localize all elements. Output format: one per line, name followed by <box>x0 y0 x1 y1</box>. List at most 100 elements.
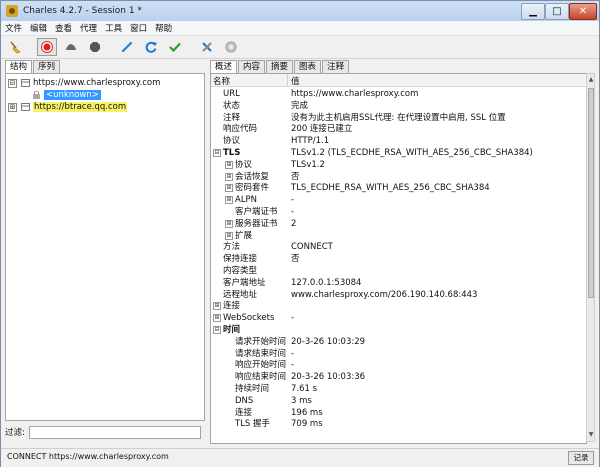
row-value: HTTP/1.1 <box>291 136 330 147</box>
overview-row[interactable]: ⊞ WebSockets - <box>211 312 586 324</box>
expand-icon[interactable]: ⊞ <box>225 184 233 193</box>
expand-icon[interactable]: ⊞ <box>213 302 221 311</box>
minimize-button[interactable]: ▁ <box>521 3 545 20</box>
row-name: 密码套件 <box>235 183 270 194</box>
row-value: 2 <box>291 218 297 229</box>
compose-button[interactable] <box>117 38 137 56</box>
menu-window[interactable]: 窗口 <box>126 22 151 34</box>
overview-row[interactable]: ⊞ 会话恢复 否 <box>211 171 586 183</box>
collapse-icon[interactable]: ⊟ <box>213 149 221 157</box>
lock-icon <box>33 91 40 99</box>
left-tabs: 结构 序列 <box>5 60 205 73</box>
row-value: https://www.charlesproxy.com <box>291 89 419 99</box>
expand-icon[interactable]: ⊞ <box>8 102 17 112</box>
overview-row[interactable]: 响应结束时间 20-3-26 10:03:36 <box>211 371 586 383</box>
menu-view[interactable]: 查看 <box>51 22 76 34</box>
overview-row[interactable]: 客户端证书 - <box>211 206 586 218</box>
overview-row[interactable]: 内容类型 <box>211 265 586 277</box>
menu-tools[interactable]: 工具 <box>101 22 126 34</box>
overview-row[interactable]: DNS 3 ms <box>211 395 586 407</box>
row-name: 客户端地址 <box>223 277 266 288</box>
expand-icon[interactable]: ⊞ <box>225 219 233 228</box>
charles-app-icon <box>6 5 18 17</box>
overview-row[interactable]: 远程地址 www.charlesproxy.com/206.190.140.68:… <box>211 289 586 301</box>
repeat-button[interactable] <box>141 38 161 56</box>
globe-icon <box>21 79 30 87</box>
row-name: ALPN <box>235 195 258 206</box>
tab-contents[interactable]: 内容 <box>238 60 266 73</box>
scroll-down-icon[interactable]: ▼ <box>588 430 594 440</box>
overview-row[interactable]: 请求开始时间 20-3-26 10:03:29 <box>211 336 586 348</box>
overview-row[interactable]: ⊞ ALPN - <box>211 194 586 206</box>
overview-row[interactable]: 状态 完成 <box>211 100 586 112</box>
throttle-icon <box>66 44 76 50</box>
expand-icon[interactable]: ⊞ <box>225 160 233 169</box>
tree-host-charlesproxy[interactable]: ⊟ https://www.charlesproxy.com <box>8 77 160 89</box>
overview-row[interactable]: ⊟ 时间 <box>211 324 586 336</box>
row-value: 127.0.0.1:53084 <box>291 277 362 288</box>
breakpoint-icon <box>90 42 100 52</box>
collapse-icon[interactable]: ⊟ <box>8 78 17 88</box>
tree-host-label: https://www.charlesproxy.com <box>33 78 161 88</box>
overview-row[interactable]: 客户端地址 127.0.0.1:53084 <box>211 277 586 289</box>
expand-icon[interactable]: ⊞ <box>225 172 233 181</box>
overview-row[interactable]: 方法 CONNECT <box>211 241 586 253</box>
tree-host-btrace[interactable]: ⊞ https://btrace.qq.com <box>8 101 128 113</box>
expand-icon[interactable]: ⊞ <box>213 314 221 323</box>
scroll-thumb[interactable] <box>588 88 594 298</box>
overview-row[interactable]: ⊟ TLS TLSv1.2 (TLS_ECDHE_RSA_WITH_AES_256_… <box>211 147 586 159</box>
column-header-name[interactable]: 名称 <box>213 75 230 87</box>
throttle-button[interactable] <box>61 38 81 56</box>
right-pane: 概述 内容 摘要 图表 注释 名称 值 URL https://www.charl… <box>210 60 595 444</box>
collapse-icon[interactable]: ⊟ <box>213 326 221 334</box>
tools-button[interactable] <box>197 38 217 56</box>
tab-summary[interactable]: 摘要 <box>266 60 294 73</box>
validate-button[interactable] <box>165 38 185 56</box>
tab-sequence[interactable]: 序列 <box>33 60 61 73</box>
column-header-value[interactable]: 值 <box>291 75 300 87</box>
overview-row[interactable]: 持续时间 7.61 s <box>211 383 586 395</box>
overview-row[interactable]: ⊞ 服务器证书 2 <box>211 218 586 230</box>
scroll-up-icon[interactable]: ▲ <box>588 75 594 85</box>
overview-row[interactable]: ⊞ 扩展 <box>211 230 586 242</box>
menu-proxy[interactable]: 代理 <box>76 22 101 34</box>
row-value: 709 ms <box>291 419 323 430</box>
expand-icon[interactable]: ⊞ <box>225 196 233 205</box>
settings-icon <box>225 41 237 53</box>
overview-row[interactable]: 协议 HTTP/1.1 <box>211 135 586 147</box>
clear-session-button[interactable] <box>5 38 25 56</box>
menu-edit[interactable]: 编辑 <box>26 22 51 34</box>
record-button[interactable] <box>37 38 57 56</box>
maximize-button[interactable]: □ <box>545 3 569 20</box>
recording-status-button[interactable]: 记录 <box>568 451 594 465</box>
tab-chart[interactable]: 图表 <box>294 60 322 73</box>
window-title: Charles 4.2.7 - Session 1 * <box>23 6 142 16</box>
menu-help[interactable]: 帮助 <box>151 22 176 34</box>
tab-notes[interactable]: 注释 <box>322 60 350 73</box>
tab-overview[interactable]: 概述 <box>210 60 238 73</box>
overview-row[interactable]: ⊞ 协议 TLSv1.2 <box>211 159 586 171</box>
settings-button[interactable] <box>221 38 241 56</box>
overview-row[interactable]: ⊞ 连接 <box>211 300 586 312</box>
overview-row[interactable]: 注释 没有为此主机启用SSL代理: 在代理设置中启用, SSL 位置 <box>211 112 586 124</box>
tree-unknown-item[interactable]: <unknown> <box>32 89 101 101</box>
overview-row[interactable]: 连接 196 ms <box>211 407 586 419</box>
overview-row[interactable]: TLS 握手 709 ms <box>211 418 586 430</box>
tab-structure[interactable]: 结构 <box>5 60 33 73</box>
breakpoint-button[interactable] <box>85 38 105 56</box>
overview-row[interactable]: ⊞ 密码套件 TLS_ECDHE_RSA_WITH_AES_256_CBC_SHA3… <box>211 182 586 194</box>
menu-file[interactable]: 文件 <box>1 22 26 34</box>
row-value: 196 ms <box>291 407 323 418</box>
row-value: 3 ms <box>291 395 312 406</box>
close-button[interactable]: ✕ <box>569 3 597 20</box>
expand-icon[interactable]: ⊞ <box>225 231 233 240</box>
vertical-scrollbar[interactable]: ▲ ▼ <box>586 73 595 442</box>
tree-host-label: https://btrace.qq.com <box>33 102 128 112</box>
overview-row[interactable]: 保持连接 否 <box>211 253 586 265</box>
overview-row[interactable]: URL https://www.charlesproxy.com <box>211 88 586 100</box>
overview-row[interactable]: 响应代码 200 连接已建立 <box>211 123 586 135</box>
overview-row[interactable]: 请求结束时间 - <box>211 348 586 360</box>
row-name: 请求结束时间 <box>235 348 287 359</box>
filter-input[interactable] <box>28 425 201 439</box>
overview-row[interactable]: 响应开始时间 - <box>211 359 586 371</box>
